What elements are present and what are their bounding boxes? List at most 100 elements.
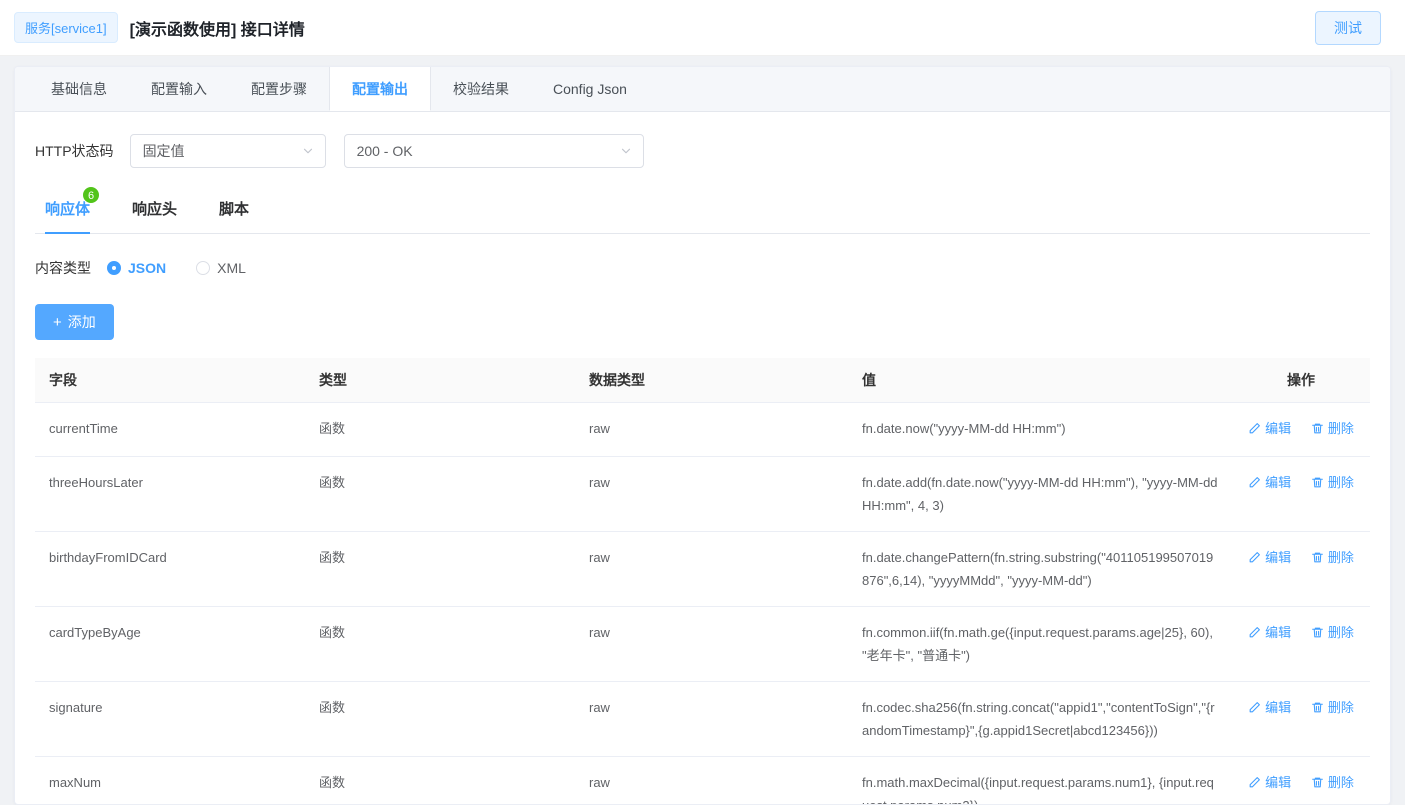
status-mode-value: 固定值	[142, 143, 185, 159]
pencil-icon	[1249, 477, 1261, 488]
subtab-label: 脚本	[219, 201, 250, 218]
http-status-row: HTTP状态码 固定值 200 - OK	[35, 134, 1370, 168]
pencil-icon	[1249, 627, 1261, 638]
pencil-icon	[1249, 702, 1261, 713]
content-type-label: 内容类型	[35, 260, 91, 276]
column-header-type: 类型	[305, 358, 575, 403]
delete-label: 删除	[1327, 475, 1354, 490]
edit-button[interactable]: 编辑	[1248, 471, 1291, 494]
column-header-field: 字段	[35, 358, 305, 403]
http-status-label: HTTP状态码	[35, 143, 114, 159]
service-tag[interactable]: 服务[service1]	[14, 12, 118, 43]
datatype-cell: raw	[575, 606, 848, 682]
type-cell: 函数	[305, 402, 575, 457]
subtab-label: 响应体	[45, 201, 91, 218]
table-row: cardTypeByAge 函数 raw fn.common.iif(fn.ma…	[35, 606, 1370, 682]
field-cell: signature	[35, 681, 305, 757]
chevron-down-icon	[303, 148, 312, 154]
radio-json-label: JSON	[128, 260, 167, 276]
column-header-actions: 操作	[1232, 358, 1370, 403]
type-cell: 函数	[305, 606, 575, 682]
delete-label: 删除	[1327, 421, 1354, 436]
topbar: 服务[service1] [演示函数使用] 接口详情 测试	[0, 0, 1405, 56]
delete-label: 删除	[1327, 775, 1354, 790]
delete-button[interactable]: 删除	[1311, 417, 1354, 440]
table-row: threeHoursLater 函数 raw fn.date.add(fn.da…	[35, 456, 1370, 532]
table-row: signature 函数 raw fn.codec.sha256(fn.stri…	[35, 681, 1370, 757]
trash-icon	[1311, 423, 1323, 434]
main-card: 基础信息 配置输入 配置步骤 配置输出 校验结果 Config Json HTT…	[14, 66, 1391, 805]
delete-label: 删除	[1327, 625, 1354, 640]
datatype-cell: raw	[575, 756, 848, 804]
page-title: [演示函数使用] 接口详情	[129, 21, 305, 39]
edit-label: 编辑	[1265, 700, 1292, 715]
delete-button[interactable]: 删除	[1311, 771, 1354, 794]
response-subtabs: 响应体 6 响应头 脚本	[35, 186, 1370, 234]
tab-validation-result[interactable]: 校验结果	[431, 67, 531, 111]
datatype-cell: raw	[575, 681, 848, 757]
main-tabbar: 基础信息 配置输入 配置步骤 配置输出 校验结果 Config Json	[15, 67, 1390, 112]
delete-label: 删除	[1327, 700, 1354, 715]
radio-xml-label: XML	[217, 260, 246, 276]
subtab-response-headers[interactable]: 响应头	[132, 198, 177, 233]
plus-icon: +	[53, 313, 62, 331]
delete-button[interactable]: 删除	[1311, 696, 1354, 719]
field-cell: cardTypeByAge	[35, 606, 305, 682]
value-cell: fn.codec.sha256(fn.string.concat("appid1…	[848, 681, 1232, 757]
edit-button[interactable]: 编辑	[1248, 621, 1291, 644]
edit-label: 编辑	[1265, 550, 1292, 565]
type-cell: 函数	[305, 681, 575, 757]
tab-basic-info[interactable]: 基础信息	[29, 67, 129, 111]
value-cell: fn.math.maxDecimal({input.request.params…	[848, 756, 1232, 804]
edit-button[interactable]: 编辑	[1248, 546, 1291, 569]
edit-button[interactable]: 编辑	[1248, 696, 1291, 719]
content-type-row: 内容类型 JSON XML	[35, 258, 1370, 278]
field-cell: birthdayFromIDCard	[35, 531, 305, 607]
type-cell: 函数	[305, 756, 575, 804]
field-cell: currentTime	[35, 402, 305, 457]
tab-config-json[interactable]: Config Json	[531, 67, 649, 111]
tab-content: HTTP状态码 固定值 200 - OK 响应体 6 响应头 脚本 内容类型 J…	[15, 112, 1390, 804]
tab-config-output[interactable]: 配置输出	[329, 67, 431, 111]
value-cell: fn.date.now("yyyy-MM-dd HH:mm")	[848, 402, 1232, 457]
value-cell: fn.date.add(fn.date.now("yyyy-MM-dd HH:m…	[848, 456, 1232, 532]
datatype-cell: raw	[575, 402, 848, 457]
subtab-label: 响应头	[132, 201, 178, 218]
count-badge: 6	[82, 186, 101, 204]
type-cell: 函数	[305, 531, 575, 607]
subtab-response-body[interactable]: 响应体 6	[45, 186, 101, 234]
pencil-icon	[1249, 423, 1261, 434]
edit-button[interactable]: 编辑	[1248, 771, 1291, 794]
datatype-cell: raw	[575, 531, 848, 607]
pencil-icon	[1249, 777, 1261, 788]
subtab-script[interactable]: 脚本	[219, 198, 249, 233]
radio-json[interactable]: JSON	[107, 260, 166, 276]
tab-config-input[interactable]: 配置输入	[129, 67, 229, 111]
value-cell: fn.common.iif(fn.math.ge({input.request.…	[848, 606, 1232, 682]
trash-icon	[1311, 627, 1323, 638]
test-button[interactable]: 测试	[1315, 10, 1381, 45]
fields-table: 字段 类型 数据类型 值 操作 currentTime 函数 raw fn.da…	[35, 358, 1370, 804]
status-code-value: 200 - OK	[356, 143, 413, 159]
delete-button[interactable]: 删除	[1311, 621, 1354, 644]
delete-button[interactable]: 删除	[1311, 546, 1354, 569]
tab-config-steps[interactable]: 配置步骤	[229, 67, 329, 111]
value-cell: fn.date.changePattern(fn.string.substrin…	[848, 531, 1232, 607]
trash-icon	[1311, 702, 1323, 713]
table-row: maxNum 函数 raw fn.math.maxDecimal({input.…	[35, 756, 1370, 804]
table-header-row: 字段 类型 数据类型 值 操作	[35, 358, 1370, 403]
radio-selected-icon	[107, 261, 121, 275]
delete-button[interactable]: 删除	[1311, 471, 1354, 494]
trash-icon	[1311, 477, 1323, 488]
table-row: currentTime 函数 raw fn.date.now("yyyy-MM-…	[35, 402, 1370, 457]
radio-unselected-icon	[196, 261, 211, 275]
table-row: birthdayFromIDCard 函数 raw fn.date.change…	[35, 531, 1370, 607]
field-cell: maxNum	[35, 756, 305, 804]
add-button[interactable]: + 添加	[35, 304, 114, 340]
status-code-select[interactable]: 200 - OK	[343, 134, 644, 168]
edit-button[interactable]: 编辑	[1248, 417, 1291, 440]
edit-label: 编辑	[1265, 775, 1292, 790]
edit-label: 编辑	[1265, 475, 1292, 490]
radio-xml[interactable]: XML	[196, 260, 246, 276]
status-mode-select[interactable]: 固定值	[129, 134, 326, 168]
